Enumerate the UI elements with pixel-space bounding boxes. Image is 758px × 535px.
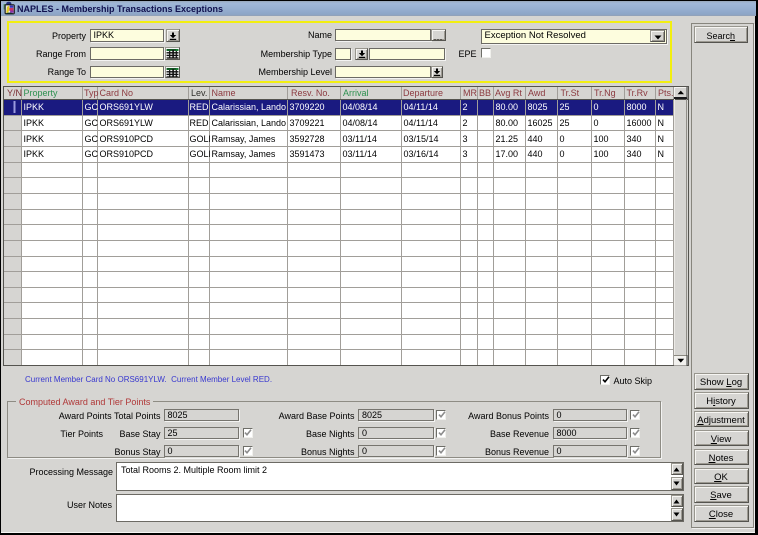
- svg-text:340: 340: [627, 149, 642, 159]
- svg-text:80.00: 80.00: [496, 118, 519, 128]
- svg-text:8000: 8000: [627, 102, 647, 112]
- svg-text:100: 100: [594, 134, 609, 144]
- svg-text:N: N: [658, 118, 665, 128]
- svg-text:80.00: 80.00: [496, 102, 519, 112]
- svg-text:Tr.St: Tr.St: [561, 88, 580, 98]
- svg-text:IPKK: IPKK: [24, 102, 45, 112]
- svg-text:GC: GC: [85, 134, 99, 144]
- svg-text:RED: RED: [190, 102, 210, 112]
- svg-text:3709221: 3709221: [290, 118, 325, 128]
- svg-text:RED: RED: [190, 118, 210, 128]
- svg-text:GC: GC: [85, 102, 99, 112]
- svg-text:GC: GC: [85, 118, 99, 128]
- svg-text:100: 100: [594, 149, 609, 159]
- svg-text:2: 2: [463, 118, 468, 128]
- svg-text:MR: MR: [463, 88, 477, 98]
- svg-text:N: N: [658, 134, 665, 144]
- svg-text:0: 0: [594, 102, 599, 112]
- svg-text:21.25: 21.25: [496, 134, 519, 144]
- svg-text:3592728: 3592728: [290, 134, 325, 144]
- svg-text:Calarissian, Lando: Calarissian, Lando: [212, 118, 287, 128]
- svg-text:3: 3: [463, 149, 468, 159]
- svg-text:Lev.: Lev.: [191, 88, 207, 98]
- svg-text:N: N: [658, 149, 665, 159]
- svg-text:Calarissian, Lando: Calarissian, Lando: [212, 102, 287, 112]
- svg-text:Y/N: Y/N: [7, 88, 22, 98]
- svg-text:03/11/14: 03/11/14: [343, 134, 377, 144]
- svg-text:03/15/14: 03/15/14: [404, 134, 439, 144]
- svg-text:Ramsay, James: Ramsay, James: [212, 134, 276, 144]
- svg-text:Departure: Departure: [403, 88, 443, 98]
- svg-text:GC: GC: [85, 149, 99, 159]
- svg-text:Arrival: Arrival: [343, 88, 369, 98]
- svg-text:Awd: Awd: [528, 88, 545, 98]
- svg-text:3591473: 3591473: [290, 149, 325, 159]
- svg-text:16025: 16025: [528, 118, 553, 128]
- svg-text:N: N: [658, 102, 665, 112]
- svg-text:ORS691YLW: ORS691YLW: [100, 102, 154, 112]
- svg-text:440: 440: [528, 134, 543, 144]
- svg-text:03/11/14: 03/11/14: [343, 149, 377, 159]
- svg-text:ORS910PCD: ORS910PCD: [100, 134, 154, 144]
- svg-text:Pts.: Pts.: [658, 88, 674, 98]
- svg-text:Tr.Rv: Tr.Rv: [627, 88, 649, 98]
- svg-text:340: 340: [627, 134, 642, 144]
- svg-text:Property: Property: [24, 88, 59, 98]
- svg-text:25: 25: [560, 102, 570, 112]
- svg-text:04/11/14: 04/11/14: [404, 102, 438, 112]
- svg-text:03/16/14: 03/16/14: [404, 149, 439, 159]
- svg-text:04/08/14: 04/08/14: [343, 102, 378, 112]
- svg-text:17.00: 17.00: [496, 149, 519, 159]
- svg-text:Typ: Typ: [84, 88, 99, 98]
- svg-text:BB: BB: [479, 88, 491, 98]
- svg-text:0: 0: [594, 118, 599, 128]
- svg-text:IPKK: IPKK: [24, 149, 45, 159]
- svg-text:04/08/14: 04/08/14: [343, 118, 378, 128]
- svg-text:3709220: 3709220: [290, 102, 325, 112]
- svg-text:0: 0: [560, 134, 565, 144]
- svg-text:Ramsay, James: Ramsay, James: [212, 149, 276, 159]
- svg-text:0: 0: [560, 149, 565, 159]
- svg-text:16000: 16000: [627, 118, 652, 128]
- svg-text:3: 3: [463, 134, 468, 144]
- svg-text:ORS691YLW: ORS691YLW: [100, 118, 154, 128]
- svg-text:Resv. No.: Resv. No.: [291, 88, 330, 98]
- svg-text:Avg Rt: Avg Rt: [495, 88, 522, 98]
- svg-text:Name: Name: [212, 88, 236, 98]
- svg-text:Card No: Card No: [100, 88, 134, 98]
- svg-text:2: 2: [463, 102, 468, 112]
- svg-text:ORS910PCD: ORS910PCD: [100, 149, 154, 159]
- svg-text:8025: 8025: [528, 102, 548, 112]
- svg-text:IPKK: IPKK: [24, 118, 45, 128]
- svg-text:Tr.Ng: Tr.Ng: [594, 88, 616, 98]
- svg-text:IPKK: IPKK: [24, 134, 45, 144]
- svg-text:440: 440: [528, 149, 543, 159]
- svg-text:25: 25: [560, 118, 570, 128]
- svg-text:04/11/14: 04/11/14: [404, 118, 438, 128]
